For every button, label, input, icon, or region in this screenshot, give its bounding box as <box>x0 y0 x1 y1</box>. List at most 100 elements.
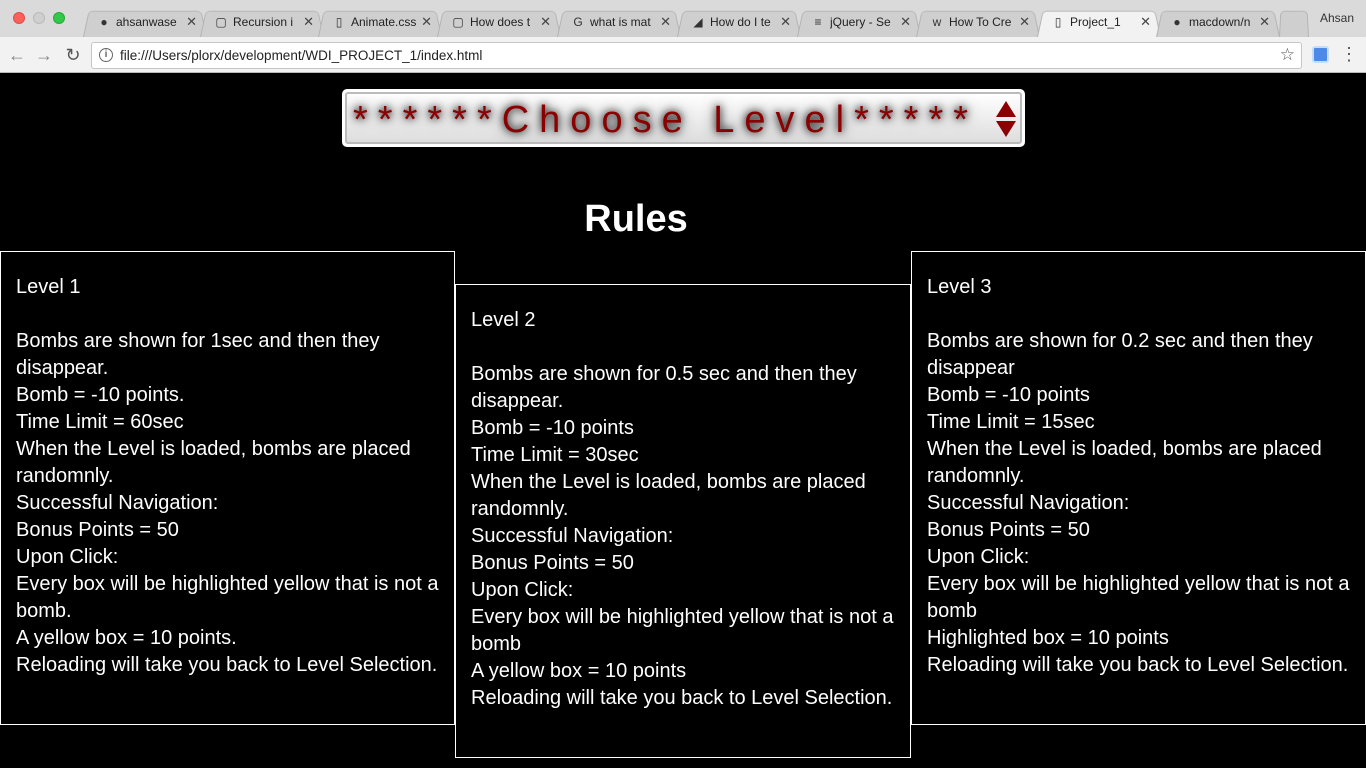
window-maximize-button[interactable] <box>53 12 65 24</box>
rule-line: Bomb = -10 points <box>471 417 634 439</box>
level-rules-list: Bombs are shown for 1sec and then they d… <box>16 328 439 679</box>
github-icon: ● <box>1173 15 1181 29</box>
close-icon[interactable]: ✕ <box>1259 14 1270 30</box>
rule-line: Every box will be highlighted yellow tha… <box>16 573 439 622</box>
browser-tab[interactable]: ▢ How does t ✕ <box>437 8 561 37</box>
tab-strip: ● ahsanwase ✕ ▢ Recursion i ✕ ▯ Animate.css ✕ ▢ Ho… <box>0 0 1366 37</box>
tab-title: Animate.css <box>351 15 416 29</box>
rule-line: Bonus Points = 50 <box>471 552 634 574</box>
tab-title: what is mat <box>590 15 651 29</box>
browser-tab[interactable]: ● ahsanwase ✕ <box>83 8 207 37</box>
tab-title: How To Cre <box>949 15 1012 29</box>
tab-title: How do I te <box>710 15 771 29</box>
rule-line: Bomb = -10 points. <box>16 384 185 406</box>
rule-line: Time Limit = 15sec <box>927 411 1095 433</box>
rule-line: Upon Click: <box>16 546 119 568</box>
rule-line: When the Level is loaded, bombs are plac… <box>471 471 866 520</box>
rule-line: Successful Navigation: <box>16 492 219 514</box>
rule-line: Bonus Points = 50 <box>16 519 179 541</box>
rule-line: Bombs are shown for 0.5 sec and then the… <box>471 363 857 412</box>
close-icon[interactable]: ✕ <box>900 14 911 30</box>
level-1-rules-box: Level 1 Bombs are shown for 1sec and the… <box>0 251 455 725</box>
rule-line: Bombs are shown for 1sec and then they d… <box>16 330 380 379</box>
level-heading: Level 2 <box>471 309 536 331</box>
arrow-up-icon <box>996 101 1016 117</box>
browser-tab[interactable]: ▢ Recursion i ✕ <box>200 8 324 37</box>
rule-line: Time Limit = 60sec <box>16 411 184 433</box>
stackexchange-icon: ◢ <box>693 15 703 29</box>
codepen-icon: ▢ <box>452 15 464 29</box>
rule-line: When the Level is loaded, bombs are plac… <box>927 438 1322 487</box>
browser-tab[interactable]: Gwhat is mat ✕ <box>557 8 681 37</box>
rule-line: Successful Navigation: <box>927 492 1130 514</box>
level-heading: Level 1 <box>16 276 81 298</box>
rule-line: Upon Click: <box>927 546 1030 568</box>
window-minimize-button[interactable] <box>33 12 45 24</box>
close-icon[interactable]: ✕ <box>421 14 432 30</box>
level-heading: Level 3 <box>927 276 992 298</box>
browser-tab[interactable]: ◢ How do I te ✕ <box>677 8 801 37</box>
rule-line: Reloading will take you back to Level Se… <box>471 687 893 709</box>
browser-tab[interactable]: ▯ Project_1 ✕ <box>1037 8 1161 37</box>
select-arrows[interactable] <box>996 101 1016 141</box>
github-icon: ● <box>100 15 108 29</box>
close-icon[interactable]: ✕ <box>1140 14 1151 30</box>
browser-tab[interactable]: ≡ jQuery - Se ✕ <box>797 8 921 37</box>
new-tab-button[interactable] <box>1279 8 1309 37</box>
page-icon: ▯ <box>335 15 343 29</box>
bookmark-star-icon[interactable]: ☆ <box>1280 45 1295 65</box>
close-icon[interactable]: ✕ <box>540 14 551 30</box>
rule-line: A yellow box = 10 points. <box>16 627 237 649</box>
level-rules-list: Bombs are shown for 0.2 sec and then the… <box>927 328 1350 679</box>
reload-button[interactable]: ↻ <box>62 44 84 66</box>
url-text[interactable]: file:///Users/plorx/development/WDI_PROJ… <box>120 48 482 63</box>
close-icon[interactable]: ✕ <box>1019 14 1030 30</box>
tab-title: How does t <box>470 15 531 29</box>
back-button[interactable]: ← <box>6 44 28 66</box>
close-icon[interactable]: ✕ <box>660 14 671 30</box>
tab-title: Recursion i <box>233 15 294 29</box>
level-3-rules-box: Level 3 Bombs are shown for 0.2 sec and … <box>911 251 1366 725</box>
forward-button[interactable]: → <box>33 44 55 66</box>
level-2-rules-box: Level 2 Bombs are shown for 0.5 sec and … <box>455 284 911 758</box>
tab-title: ahsanwase <box>116 15 177 29</box>
profile-name[interactable]: Ahsan <box>1320 11 1354 25</box>
rule-line: Successful Navigation: <box>471 525 674 547</box>
rule-line: Every box will be highlighted yellow tha… <box>927 573 1350 622</box>
menu-icon[interactable]: ⋮ <box>1340 43 1358 65</box>
tab-title: jQuery - Se <box>830 15 891 29</box>
rule-line: Reloading will take you back to Level Se… <box>16 654 438 676</box>
rule-line: Bombs are shown for 0.2 sec and then the… <box>927 330 1313 379</box>
browser-tab[interactable]: ● macdown/n ✕ <box>1156 8 1280 37</box>
level-select-value: ******Choose Level***** <box>353 99 979 141</box>
address-bar[interactable]: i file:///Users/plorx/development/WDI_PR… <box>91 42 1302 69</box>
rule-line: Time Limit = 30sec <box>471 444 639 466</box>
rule-line: Upon Click: <box>471 579 574 601</box>
tab-title: Project_1 <box>1070 15 1121 29</box>
tab-title: macdown/n <box>1189 15 1251 29</box>
window-close-button[interactable] <box>13 12 25 24</box>
close-icon[interactable]: ✕ <box>186 14 197 30</box>
close-icon[interactable]: ✕ <box>303 14 314 30</box>
browser-tab[interactable]: ▯ Animate.css ✕ <box>318 8 442 37</box>
rule-line: Reloading will take you back to Level Se… <box>927 654 1349 676</box>
rule-line: Every box will be highlighted yellow tha… <box>471 606 894 655</box>
rule-line: Highlighted box = 10 points <box>927 627 1169 649</box>
rules-heading: Rules <box>584 198 688 240</box>
stackoverflow-icon: ≡ <box>814 15 822 29</box>
level-rules-list: Bombs are shown for 0.5 sec and then the… <box>471 361 895 712</box>
rule-line: When the Level is loaded, bombs are plac… <box>16 438 411 487</box>
browser-chrome: ● ahsanwase ✕ ▢ Recursion i ✕ ▯ Animate.css ✕ ▢ Ho… <box>0 0 1366 73</box>
level-select-field[interactable]: ******Choose Level***** <box>345 92 1022 144</box>
rule-line: A yellow box = 10 points <box>471 660 687 682</box>
google-icon: G <box>573 15 583 29</box>
level-select-dropdown[interactable]: ******Choose Level***** <box>342 89 1025 147</box>
rule-line: Bonus Points = 50 <box>927 519 1090 541</box>
browser-tab[interactable]: w How To Cre ✕ <box>916 8 1040 37</box>
extension-icon[interactable] <box>1312 46 1329 63</box>
arrow-down-icon <box>996 121 1016 137</box>
w3schools-icon: w <box>932 15 942 29</box>
close-icon[interactable]: ✕ <box>780 14 791 30</box>
page-icon: ▯ <box>1054 15 1062 29</box>
info-icon[interactable]: i <box>99 48 113 62</box>
